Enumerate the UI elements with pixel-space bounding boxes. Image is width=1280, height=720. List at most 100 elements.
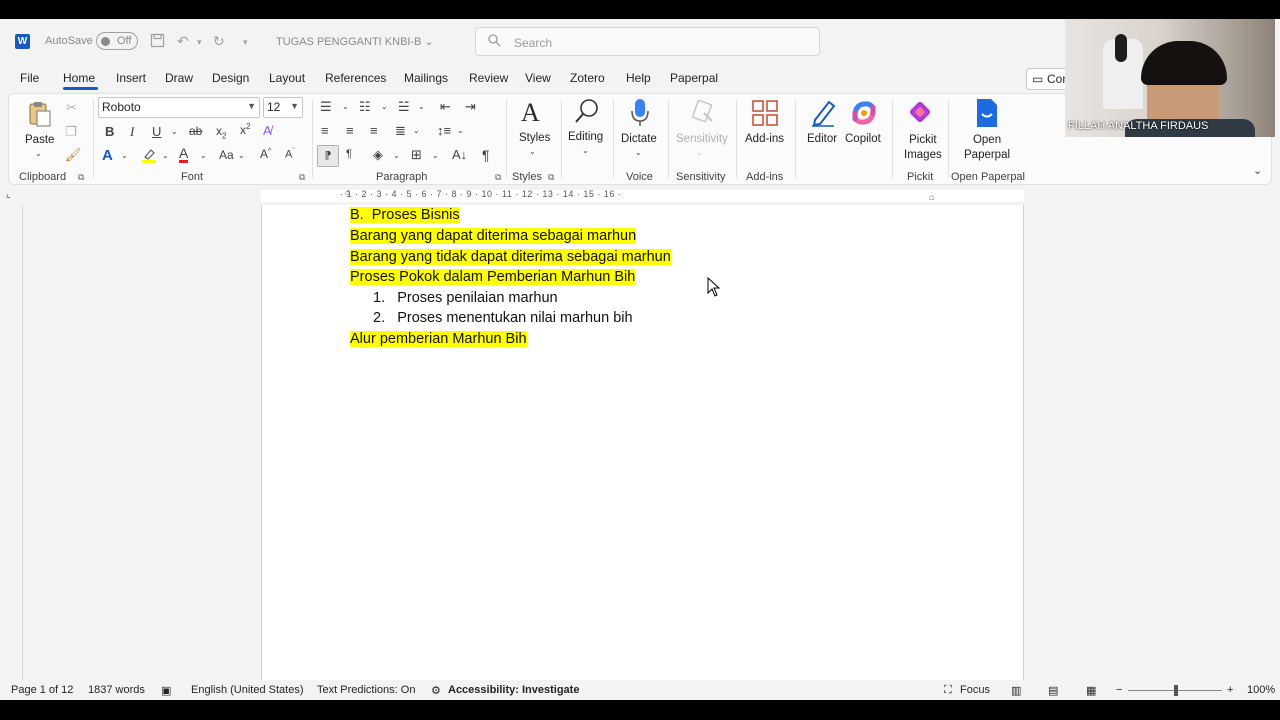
tab-draw[interactable]: Draw: [165, 71, 193, 85]
zoom-slider-thumb[interactable]: [1174, 685, 1178, 696]
superscript-icon[interactable]: x2: [240, 122, 250, 137]
paperpal-label[interactable]: Open Paperpal: [964, 133, 1010, 163]
tab-paperpal[interactable]: Paperpal: [670, 71, 718, 85]
pickit-icon[interactable]: [907, 99, 933, 128]
list-item[interactable]: 2. Proses menentukan nilai marhun bih: [373, 310, 633, 326]
sensitivity-dropdown-icon[interactable]: ⌄: [696, 148, 703, 157]
editor-label[interactable]: Editor: [807, 133, 837, 145]
tab-file[interactable]: File: [20, 71, 39, 85]
text-effects-dropdown-icon[interactable]: ⌄: [121, 151, 128, 160]
shrink-font-icon[interactable]: Aˇ: [285, 148, 295, 161]
shading-icon[interactable]: ◈: [373, 147, 383, 163]
editing-label[interactable]: Editing: [568, 131, 603, 143]
font-launcher-icon[interactable]: ⧉: [299, 172, 305, 183]
line-spacing-icon[interactable]: ↕≡: [437, 123, 451, 138]
copilot-icon[interactable]: [850, 99, 878, 130]
bullets-dropdown-icon[interactable]: ⌄: [342, 102, 349, 111]
styles-label[interactable]: Styles: [519, 132, 550, 144]
paste-icon[interactable]: [25, 100, 53, 131]
redo-icon[interactable]: ↻: [213, 33, 225, 50]
grow-font-icon[interactable]: A^: [260, 147, 271, 161]
styles-dropdown-icon[interactable]: ⌄: [529, 147, 536, 156]
tab-view[interactable]: View: [525, 71, 551, 85]
paragraph-line[interactable]: Barang yang dapat diterima sebagai marhu…: [350, 228, 637, 244]
tab-insert[interactable]: Insert: [116, 71, 146, 85]
tab-layout[interactable]: Layout: [269, 71, 305, 85]
accessibility-status[interactable]: Accessibility: Investigate: [448, 684, 579, 696]
copy-icon[interactable]: ❐: [65, 124, 77, 140]
show-formatting-icon[interactable]: ¶: [482, 147, 490, 163]
dictate-dropdown-icon[interactable]: ⌄: [635, 148, 642, 157]
bold-icon[interactable]: B: [105, 124, 114, 139]
text-effects-icon[interactable]: A: [102, 147, 113, 164]
justify-icon[interactable]: ≣: [395, 123, 406, 139]
sensitivity-icon[interactable]: [690, 99, 716, 128]
subscript-icon[interactable]: x2: [216, 124, 226, 140]
font-color-icon[interactable]: A: [179, 146, 189, 163]
clipboard-launcher-icon[interactable]: ⧉: [78, 172, 84, 183]
styles-launcher-icon[interactable]: ⧉: [548, 172, 554, 183]
line-spacing-dropdown-icon[interactable]: ⌄: [457, 126, 464, 135]
text-predictions[interactable]: Text Predictions: On: [317, 684, 415, 696]
underline-icon[interactable]: U: [152, 124, 161, 139]
clear-formatting-icon[interactable]: A̸: [263, 123, 272, 138]
tab-review[interactable]: Review: [469, 71, 508, 85]
font-size-combo[interactable]: 12 ▼: [263, 97, 303, 118]
autosave-toggle[interactable]: Off: [96, 32, 138, 50]
document-page[interactable]: B. Proses Bisnis Barang yang dapat diter…: [261, 205, 1024, 680]
change-case-dropdown-icon[interactable]: ⌄: [238, 151, 245, 160]
tab-mailings[interactable]: Mailings: [404, 71, 448, 85]
styles-icon[interactable]: A: [521, 98, 540, 128]
font-name-combo[interactable]: Roboto ▼: [98, 97, 260, 118]
format-painter-icon[interactable]: 🖌: [65, 147, 82, 163]
paste-dropdown-icon[interactable]: ⌄: [35, 149, 42, 158]
focus-button[interactable]: Focus: [960, 684, 990, 696]
zoom-level[interactable]: 100%: [1247, 684, 1275, 696]
addins-label[interactable]: Add-ins: [745, 133, 784, 145]
heading-b[interactable]: B. Proses Bisnis: [350, 207, 460, 223]
align-center-icon[interactable]: ≡: [346, 123, 354, 138]
underline-dropdown-icon[interactable]: ⌄: [171, 127, 178, 136]
ribbon-collapse-icon[interactable]: ⌄: [1253, 164, 1262, 177]
copilot-label[interactable]: Copilot: [845, 133, 881, 145]
justify-dropdown-icon[interactable]: ⌄: [413, 126, 420, 135]
language[interactable]: English (United States): [191, 684, 304, 696]
editing-dropdown-icon[interactable]: ⌄: [582, 146, 589, 155]
decrease-indent-icon[interactable]: ⇤: [440, 99, 451, 115]
read-mode-icon[interactable]: ▥: [1011, 684, 1021, 697]
tab-home[interactable]: Home: [63, 71, 95, 85]
microphone-icon[interactable]: [629, 97, 651, 130]
paragraph-line[interactable]: Alur pemberian Marhun Bih: [350, 331, 527, 347]
dictate-label[interactable]: Dictate: [621, 133, 657, 145]
shading-dropdown-icon[interactable]: ⌄: [393, 151, 400, 160]
highlight-icon[interactable]: [141, 147, 157, 166]
change-case-icon[interactable]: Aa: [219, 148, 234, 162]
borders-dropdown-icon[interactable]: ⌄: [432, 151, 439, 160]
tab-references[interactable]: References: [325, 71, 386, 85]
zoom-in-icon[interactable]: +: [1227, 684, 1233, 696]
document-title[interactable]: TUGAS PENGGANTI KNBI-B ⌄: [276, 35, 434, 48]
font-color-dropdown-icon[interactable]: ⌄: [200, 151, 207, 160]
numbering-dropdown-icon[interactable]: ⌄: [381, 102, 388, 111]
editor-icon[interactable]: [809, 98, 837, 131]
customize-toolbar-icon[interactable]: ▾: [243, 37, 248, 48]
proofing-icon[interactable]: ▣: [161, 684, 171, 697]
word-count[interactable]: 1837 words: [88, 684, 145, 696]
list-item[interactable]: 1. Proses penilaian marhun: [373, 290, 558, 306]
highlight-dropdown-icon[interactable]: ⌄: [162, 151, 169, 160]
ltr-text-direction-icon[interactable]: ⁋: [317, 145, 339, 167]
paragraph-line[interactable]: Proses Pokok dalam Pemberian Marhun Bih: [350, 269, 636, 285]
web-layout-icon[interactable]: ▦: [1086, 684, 1096, 697]
strikethrough-icon[interactable]: ab: [189, 124, 202, 138]
undo-icon[interactable]: ↶: [177, 33, 189, 50]
tab-help[interactable]: Help: [626, 71, 651, 85]
right-indent-marker-icon[interactable]: ⌂: [929, 192, 934, 202]
numbering-icon[interactable]: ☷: [359, 99, 371, 115]
tab-selector-icon[interactable]: ⌞: [6, 189, 11, 200]
tab-design[interactable]: Design: [212, 71, 249, 85]
italic-icon[interactable]: I: [130, 124, 134, 140]
multilevel-dropdown-icon[interactable]: ⌄: [418, 102, 425, 111]
find-icon[interactable]: [573, 97, 601, 128]
bullets-icon[interactable]: ☰: [320, 99, 332, 115]
zoom-out-icon[interactable]: −: [1116, 684, 1122, 696]
